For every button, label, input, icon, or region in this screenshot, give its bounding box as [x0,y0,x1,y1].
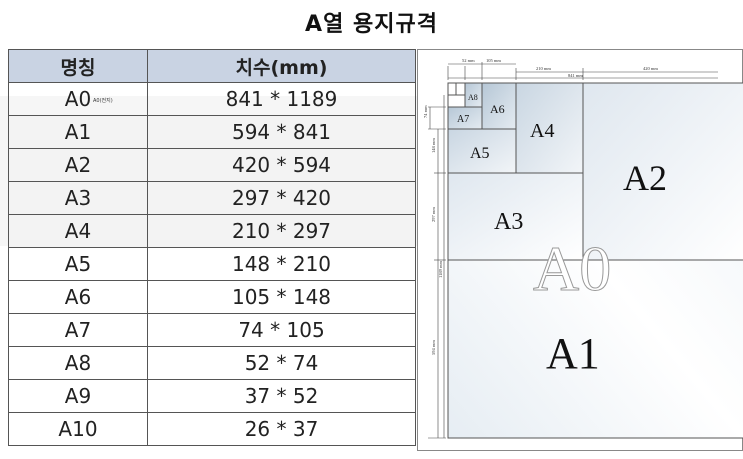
row-note: A0(전지) [93,98,113,104]
row-name: A9 [8,379,148,413]
row-name-text: A0 [64,87,92,111]
table-row: A8 52 * 74 [8,346,416,380]
table-row: A0 A0(전지) 841 * 1189 [8,82,416,116]
row-size: 148 * 210 [147,247,416,281]
row-size: 37 * 52 [147,379,416,413]
page-title: A열 용지규격 [305,12,438,37]
header-name: 명칭 [8,49,148,83]
label-a4: A4 [530,120,554,142]
dim-148: 148 mm [431,138,436,153]
header-size: 치수(mm) [147,49,416,83]
row-size: 74 * 105 [147,313,416,347]
dim-297: 297 mm [431,207,436,222]
row-size: 841 * 1189 [147,82,416,116]
label-a0: A0 [533,233,611,304]
label-a5: A5 [470,145,490,162]
row-size: 26 * 37 [147,412,416,446]
diagram-svg: A0 A1 A2 A3 A4 A5 A6 A7 A8 52 mm 105 mm … [423,58,743,439]
row-name: A1 [8,115,148,149]
label-a8: A8 [468,93,478,102]
dim-210: 210 mm [536,66,551,71]
table-row: A6 105 * 148 [8,280,416,314]
row-size: 210 * 297 [147,214,416,248]
table-row: A4 210 * 297 [8,214,416,248]
dim-52: 52 mm [462,58,475,63]
table-row: A2 420 * 594 [8,148,416,182]
dim-74: 74 mm [423,105,428,118]
dim-1189: 1189 mm [438,261,443,278]
table-row: A1 594 * 841 [8,115,416,149]
row-name: A2 [8,148,148,182]
dim-841: 841 mm [568,73,583,78]
table-row: A9 37 * 52 [8,379,416,413]
dim-420: 420 mm [643,66,658,71]
row-size: 105 * 148 [147,280,416,314]
paper-size-table: 명칭 치수(mm) A0 A0(전지) 841 * 1189 A1 594 * … [8,49,416,446]
table-header-row: 명칭 치수(mm) [8,49,416,83]
table-row: A5 148 * 210 [8,247,416,281]
row-name: A4 [8,214,148,248]
row-size: 594 * 841 [147,115,416,149]
row-name: A0 A0(전지) [8,82,148,116]
row-size: 52 * 74 [147,346,416,380]
label-a2: A2 [623,158,667,198]
row-name: A3 [8,181,148,215]
row-name: A8 [8,346,148,380]
paper-size-diagram: A0 A1 A2 A3 A4 A5 A6 A7 A8 52 mm 105 mm … [417,49,743,451]
label-a3: A3 [494,209,523,235]
row-name: A10 [8,412,148,446]
table-row: A10 26 * 37 [8,412,416,446]
top-dimensions [447,62,718,80]
label-a6: A6 [490,102,505,116]
label-a7: A7 [457,114,469,125]
dim-594: 594 mm [431,340,436,355]
row-size: 420 * 594 [147,148,416,182]
row-size: 297 * 420 [147,181,416,215]
table-row: A3 297 * 420 [8,181,416,215]
row-name: A6 [8,280,148,314]
label-a1: A1 [546,329,600,378]
table-row: A7 74 * 105 [8,313,416,347]
dim-105: 105 mm [486,58,501,63]
row-name: A5 [8,247,148,281]
row-name: A7 [8,313,148,347]
